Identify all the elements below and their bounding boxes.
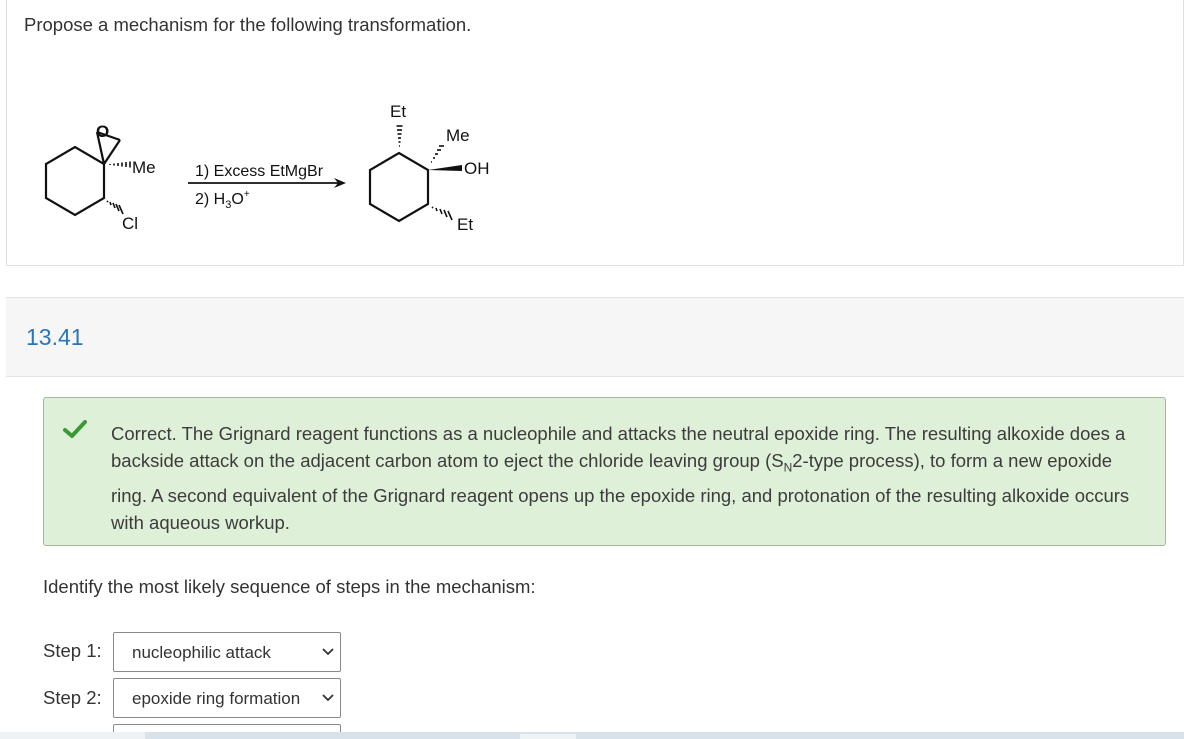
product-wedge-oh (428, 165, 462, 171)
product-hydroxyl-label: OH (464, 159, 490, 178)
scrollbar-thumb[interactable] (520, 734, 576, 739)
step-1-select[interactable]: nucleophilic attack (113, 632, 341, 672)
product-ethyl-bottom-label: Et (457, 215, 473, 234)
product-methyl-label: Me (446, 126, 470, 145)
horizontal-scrollbar[interactable] (0, 732, 1184, 739)
section-number: 13.41 (26, 324, 84, 350)
step-2-select[interactable]: epoxide ring formation (113, 678, 341, 718)
reactant-hash-me (109, 161, 131, 168)
chevron-down-icon (322, 694, 334, 702)
scrollbar-track-left (0, 732, 145, 739)
step-1-label: Step 1: (43, 640, 102, 661)
product-hash-et-bottom (431, 206, 453, 221)
reagent-step2: 2) H3O+ (195, 189, 250, 211)
reactant-structure (44, 130, 121, 217)
reactant-oxygen-label: O (96, 122, 109, 141)
product-structure (368, 151, 430, 223)
check-icon (63, 420, 87, 438)
section-header: 13.41 (6, 297, 1184, 377)
reaction-scheme: O Me Cl 1) Excess EtMgBr 2) H3O+ Et Me O (44, 102, 490, 234)
step-2-label: Step 2: (43, 687, 102, 708)
product-hash-et-top (396, 125, 403, 147)
step-1-selected-value: nucleophilic attack (132, 643, 271, 662)
reactant-hash-cl (106, 200, 124, 215)
feedback-text: Correct. The Grignard reagent functions … (111, 423, 1130, 533)
question-instruction: Identify the most likely sequence of ste… (43, 576, 536, 597)
product-ethyl-top-label: Et (390, 102, 406, 121)
feedback-correct-box: Correct. The Grignard reagent functions … (43, 397, 1166, 546)
chevron-down-icon (322, 648, 334, 656)
reagent-step1: 1) Excess EtMgBr (195, 163, 324, 180)
product-hash-me (431, 145, 444, 163)
reactant-chloro-label: Cl (122, 214, 138, 233)
reactant-methyl-label: Me (132, 158, 156, 177)
step-2-selected-value: epoxide ring formation (132, 689, 301, 708)
